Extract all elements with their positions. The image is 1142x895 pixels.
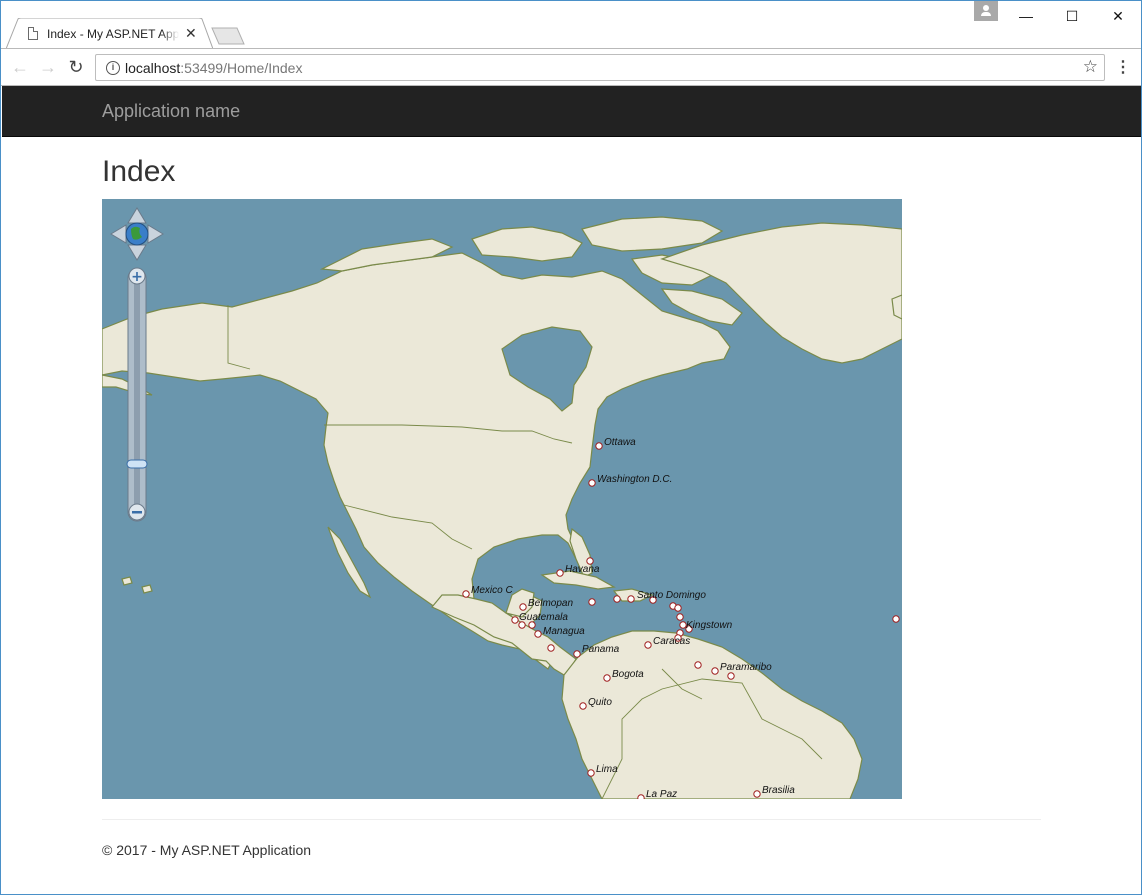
tab-strip: Index - My ASP.NET Application ✕ — ☐ ✕ (1, 1, 1141, 49)
info-icon[interactable]: i (106, 61, 120, 75)
city-label: Kingstown (686, 620, 733, 631)
city-label: Panama (582, 644, 620, 655)
city-label: Lima (596, 764, 618, 775)
page-icon (28, 27, 38, 40)
city-label: Quito (588, 697, 612, 708)
city-label: Mexico C (471, 585, 513, 596)
back-icon[interactable]: ← (7, 54, 33, 80)
city-label: Brasilia (762, 785, 795, 796)
footer-divider (102, 819, 1041, 820)
browser-toolbar: ← → ↻ i localhost:53499/Home/Index ☆ ⋮ (1, 48, 1141, 86)
city-label: Havana (565, 564, 600, 575)
address-bar[interactable]: i localhost:53499/Home/Index ☆ (95, 54, 1105, 81)
menu-icon[interactable]: ⋮ (1115, 56, 1131, 80)
maximize-button[interactable]: ☐ (1049, 1, 1095, 31)
city-label: Ottawa (604, 437, 636, 448)
footer-text: © 2017 - My ASP.NET Application (102, 842, 312, 858)
city-label: La Paz (646, 789, 677, 799)
bookmark-star-icon[interactable]: ☆ (1083, 57, 1098, 77)
tab-close-icon[interactable]: ✕ (185, 25, 197, 42)
map-canvas[interactable]: Ottawa Washington D.C. Havana Mexico C B… (102, 199, 902, 799)
zoom-slider-handle[interactable] (126, 459, 148, 469)
browser-window: Index - My ASP.NET Application ✕ — ☐ ✕ ←… (0, 0, 1142, 895)
pan-control[interactable] (110, 207, 164, 261)
reload-icon[interactable]: ↻ (63, 54, 89, 80)
minimize-button[interactable]: — (1003, 1, 1049, 31)
site-navbar: Application name (2, 86, 1141, 137)
svg-text:+: + (131, 269, 143, 285)
new-tab-button[interactable] (211, 27, 245, 45)
forward-icon[interactable]: → (35, 54, 61, 80)
city-label: Bogota (612, 669, 644, 680)
brand-link[interactable]: Application name (102, 101, 240, 122)
land-masses (102, 216, 902, 799)
city-label: Paramaribo (720, 662, 772, 673)
page-title: Index (102, 155, 176, 188)
city-label: Belmopan (528, 598, 573, 609)
zoom-control[interactable]: + (126, 267, 148, 522)
url-text: localhost:53499/Home/Index (125, 60, 303, 76)
city-label: Caracas (653, 636, 690, 647)
tab-title: Index - My ASP.NET Application (47, 27, 179, 41)
city-label: Managua (543, 626, 585, 637)
city-label: Santo Domingo (637, 590, 706, 601)
city-label: Guatemala (519, 612, 568, 623)
map-view[interactable]: Ottawa Washington D.C. Havana Mexico C B… (102, 199, 902, 799)
profile-icon[interactable] (974, 1, 998, 21)
close-window-button[interactable]: ✕ (1095, 1, 1141, 31)
city-label: Washington D.C. (597, 474, 672, 485)
